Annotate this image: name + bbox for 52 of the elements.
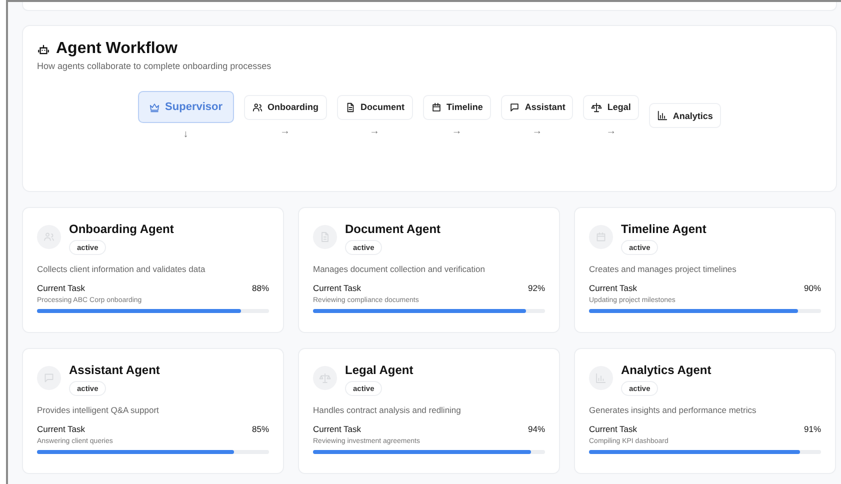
task-percent: 94% bbox=[528, 424, 545, 434]
agent-name: Legal Agent bbox=[345, 363, 414, 377]
agent-name: Document Agent bbox=[345, 222, 441, 236]
agent-node[interactable]: Assistant bbox=[500, 94, 574, 120]
robot-icon bbox=[37, 42, 50, 56]
workflow-title: Agent Workflow bbox=[56, 40, 178, 58]
document-icon bbox=[344, 102, 356, 112]
chat-icon bbox=[43, 372, 55, 384]
flow-arrow: → bbox=[370, 126, 380, 136]
agent-node[interactable]: Document bbox=[336, 94, 413, 120]
flow-arrow: → bbox=[452, 126, 462, 136]
document-icon bbox=[319, 231, 331, 243]
calendar-icon bbox=[595, 231, 607, 243]
agent-node[interactable]: Onboarding bbox=[244, 94, 327, 120]
bar-chart-icon bbox=[595, 372, 607, 384]
task-label: Current Task bbox=[313, 283, 362, 293]
users-icon bbox=[43, 231, 55, 243]
agent-description: Handles contract analysis and redlining bbox=[313, 405, 462, 415]
task-percent: 85% bbox=[252, 424, 269, 434]
agent-name: Timeline Agent bbox=[621, 222, 706, 236]
scales-icon bbox=[591, 102, 602, 112]
flow-arrow: → bbox=[532, 126, 542, 136]
agent-name: Analytics Agent bbox=[621, 363, 712, 377]
crown-icon bbox=[149, 102, 160, 112]
agent-description: Generates insights and performance metrics bbox=[589, 405, 758, 415]
task-label: Current Task bbox=[589, 424, 638, 434]
agent-node[interactable]: Legal bbox=[583, 94, 639, 120]
scales-icon bbox=[319, 372, 331, 384]
agent-description: Provides intelligent Q&A support bbox=[37, 405, 160, 415]
flow-arrow: → bbox=[606, 126, 616, 136]
task-label: Current Task bbox=[589, 283, 638, 293]
agent-name: Onboarding Agent bbox=[69, 222, 174, 236]
bar-chart-icon bbox=[656, 110, 668, 121]
task-label: Current Task bbox=[313, 424, 362, 434]
agent-name: Assistant Agent bbox=[69, 363, 160, 377]
task-percent: 88% bbox=[252, 283, 269, 293]
agent-description: Manages document collection and verification bbox=[313, 264, 486, 274]
agent-description: Creates and manages project timelines bbox=[589, 264, 738, 274]
task-percent: 91% bbox=[804, 424, 821, 434]
agent-node[interactable]: Analytics bbox=[648, 103, 721, 128]
chat-icon bbox=[508, 102, 520, 112]
workflow-subtitle: How agents collaborate to complete onboarding processes bbox=[37, 61, 272, 71]
flow-arrow: ↓ bbox=[183, 129, 188, 140]
calendar-icon bbox=[430, 102, 442, 112]
task-label: Current Task bbox=[37, 424, 86, 434]
flow-arrow: → bbox=[280, 126, 290, 136]
task-label: Current Task bbox=[37, 283, 86, 293]
agent-description: Collects client information and validates data bbox=[37, 264, 206, 274]
agent-node[interactable]: Timeline bbox=[422, 94, 491, 120]
task-percent: 92% bbox=[528, 283, 545, 293]
task-percent: 90% bbox=[804, 283, 821, 293]
users-icon bbox=[252, 102, 263, 112]
